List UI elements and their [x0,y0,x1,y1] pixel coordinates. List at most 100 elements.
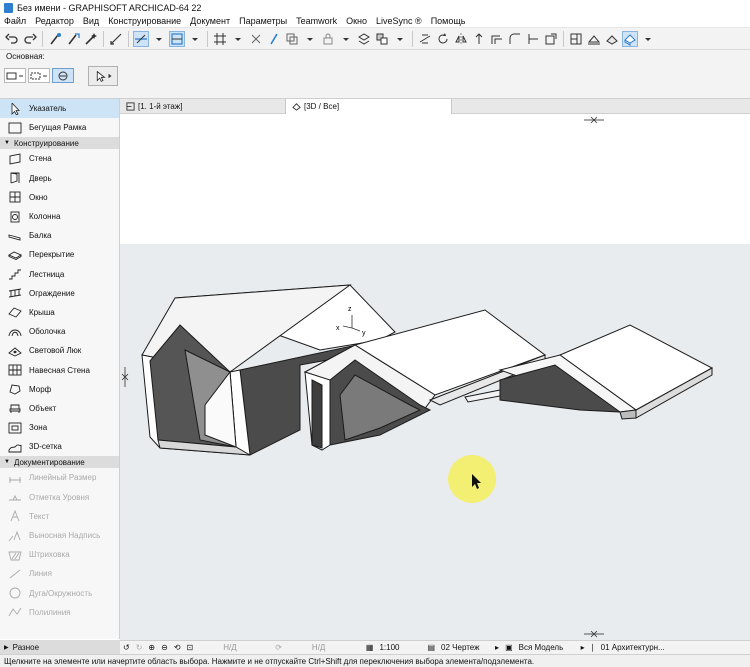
tool-window[interactable]: Окно [0,188,119,207]
scale-value[interactable]: 1:100 [379,643,421,652]
trim-icon[interactable] [525,31,541,47]
menu-teamwork[interactable]: Teamwork [296,16,337,26]
tool-polyline[interactable]: Полилиния [0,603,119,622]
redo-view-icon[interactable]: ↻ [136,643,143,652]
tool-pointer[interactable]: Указатель [0,99,119,119]
3d-viewport[interactable]: z x y [120,114,750,641]
redo-icon[interactable] [22,31,38,47]
pick-up-parameters-icon[interactable] [47,31,63,47]
layer-combo-value[interactable]: 02 Чертеж [441,643,489,652]
undo-icon[interactable] [4,31,20,47]
zoom-out-icon[interactable]: ⊖ [161,643,168,652]
measure-icon[interactable] [108,31,124,47]
menu-livesync[interactable]: LiveSync ® [376,16,422,26]
tool-marquee[interactable]: Бегущая Рамка [0,118,119,137]
tool-beam[interactable]: Балка [0,226,119,245]
menu-file[interactable]: Файл [4,16,26,26]
model-view-icon[interactable]: ▣ [505,643,513,652]
tool-skylight[interactable]: Световой Люк [0,341,119,360]
tool-morph[interactable]: Морф [0,380,119,399]
tab-floor-plan[interactable]: [1. 1-й этаж] [120,99,286,114]
chevron-down-icon[interactable] [302,31,318,47]
chevron-down-icon[interactable] [392,31,408,47]
misc-section-header[interactable]: ▶ Разное [0,640,120,654]
rectangle-selection-icon[interactable] [28,68,50,83]
select-pen-icon[interactable] [266,31,282,47]
menu-help[interactable]: Помощь [431,16,466,26]
menu-design[interactable]: Конструирование [108,16,181,26]
chevron-down-icon[interactable] [338,31,354,47]
menu-options[interactable]: Параметры [239,16,287,26]
rotate-view-icon[interactable]: ⟳ [275,643,282,652]
design-section-header[interactable]: ▼ Конструирование [0,137,119,150]
tool-column[interactable]: Колонна [0,207,119,226]
undo-view-icon[interactable]: ↺ [123,643,130,652]
tool-object[interactable]: Объект [0,399,119,418]
tool-curtain-wall[interactable]: Навесная Стена [0,360,119,379]
scale-icon[interactable]: ▦ [366,643,374,652]
tool-level[interactable]: Отметка Уровня [0,488,119,507]
tool-shell[interactable]: Оболочка [0,322,119,341]
3d-view-active-icon[interactable] [622,30,638,47]
tool-text[interactable]: Текст [0,507,119,526]
floor-plan-icon[interactable] [568,31,584,47]
rotate-icon[interactable] [435,31,451,47]
layers-icon[interactable] [356,31,372,47]
section-icon[interactable] [586,31,602,47]
rotated-selection-icon[interactable] [52,68,74,83]
tool-dimension[interactable]: Линейный Размер [0,468,119,487]
tool-wall[interactable]: Стена [0,149,119,168]
group-icon[interactable] [284,31,300,47]
tool-stair[interactable]: Лестница [0,265,119,284]
chevron-right-icon[interactable]: ▸ [581,643,585,652]
chevron-down-icon[interactable] [151,31,167,47]
tool-fill[interactable]: Штриховка [0,545,119,564]
resize-icon[interactable] [543,31,559,47]
zoom-in-icon[interactable]: ⊕ [148,643,155,652]
display-order-icon[interactable] [374,31,390,47]
menu-view[interactable]: Вид [83,16,99,26]
layer-combo-icon[interactable]: ▤ [427,643,435,652]
elevate-icon[interactable] [471,31,487,47]
tool-door[interactable]: Дверь [0,169,119,188]
grid-snap-icon[interactable] [212,31,228,47]
orbit-icon[interactable]: ⟲ [174,643,181,652]
tab-3d[interactable]: [3D / Все] [286,99,452,114]
suspend-groups-icon[interactable] [248,31,264,47]
menu-edit[interactable]: Редактор [35,16,74,26]
chevron-down-icon[interactable] [187,31,203,47]
inject-parameters-icon[interactable] [65,31,81,47]
tool-label-tool[interactable]: Выносная Надпись [0,526,119,545]
guide-line-icon[interactable] [133,30,149,47]
menu-document[interactable]: Документ [190,16,230,26]
drag-icon[interactable] [417,31,433,47]
section-label: Конструирование [13,138,79,148]
snap-guides-icon[interactable] [169,30,185,47]
tool-railing[interactable]: Ограждение [0,284,119,303]
menu-window[interactable]: Окно [346,16,367,26]
chevron-right-icon[interactable]: ▸ [495,643,499,652]
offset-icon[interactable] [489,31,505,47]
chevron-down-icon[interactable] [230,31,246,47]
chevron-down-icon[interactable] [640,31,656,47]
lock-icon[interactable] [320,31,336,47]
pen-set-icon[interactable]: ∣ [591,643,595,652]
mirror-icon[interactable] [453,31,469,47]
tool-mesh[interactable]: 3D-сетка [0,437,119,456]
fit-window-icon[interactable]: ⊡ [187,643,194,652]
3d-window-icon[interactable] [604,31,620,47]
documentation-section-header[interactable]: ▼ Документирование [0,456,119,469]
zoom-value-a[interactable]: Н/Д [223,643,269,652]
single-selection-icon[interactable] [4,68,26,83]
tool-slab[interactable]: Перекрытие [0,245,119,264]
model-view-value[interactable]: Вся Модель [519,643,575,652]
fillet-icon[interactable] [507,31,523,47]
zoom-value-b[interactable]: Н/Д [312,643,360,652]
arrow-tool-button[interactable] [88,66,118,86]
tool-zone[interactable]: Зона [0,418,119,437]
pen-set-value[interactable]: 01 Архитектурн... [601,643,665,652]
tool-roof[interactable]: Крыша [0,303,119,322]
magic-wand-icon[interactable] [83,31,99,47]
tool-arc[interactable]: Дуга/Окружность [0,584,119,603]
tool-line[interactable]: Линия [0,564,119,583]
